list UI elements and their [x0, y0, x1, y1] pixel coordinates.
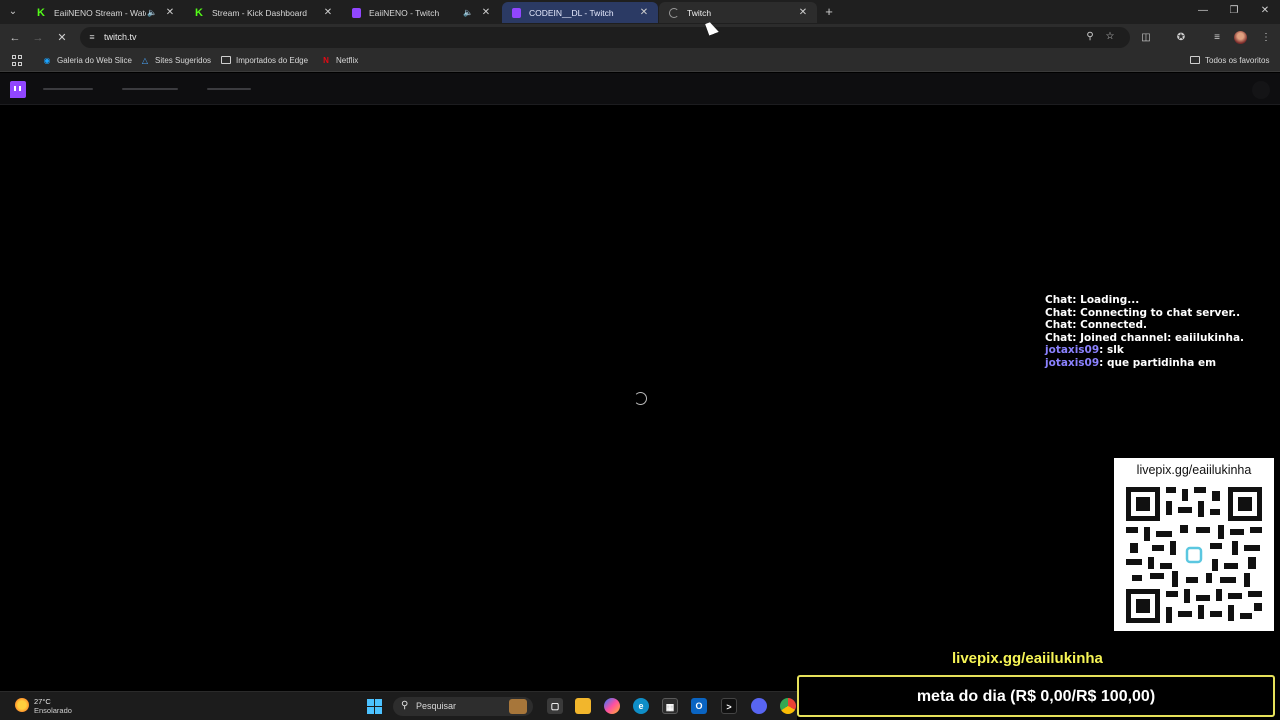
file-explorer-icon[interactable] [575, 698, 591, 714]
minimize-icon[interactable]: — [1196, 4, 1210, 18]
chat-line: Chat: Connecting to chat server.. [1045, 306, 1241, 319]
bookmark-web-slice[interactable]: ◉ Galeria do Web Slice [42, 55, 133, 65]
star-icon[interactable]: ☆ [1104, 31, 1116, 43]
chat-overlay: Chat: Loading... Chat: Connecting to cha… [1045, 294, 1244, 370]
tab-twitch-active[interactable]: Twitch ✕ [659, 2, 817, 23]
weather-condition[interactable]: Ensolarado [34, 706, 72, 715]
bookmark-netflix[interactable]: N Netflix [321, 55, 358, 65]
browser-toolbar: ← → ✕ ≡ twitch.tv ⚲ ☆ ◫ ✪ ≡ ⋮ [0, 24, 1280, 51]
forward-arrow-icon[interactable]: → [31, 31, 45, 45]
tab-title: EaiiNENO Stream - Watch L [54, 7, 146, 18]
tab-codein-twitch[interactable]: CODEIN__DL - Twitch ✕ [502, 2, 658, 23]
twitch-logo-icon[interactable] [10, 81, 26, 98]
folder-icon [221, 55, 231, 65]
profile-avatar[interactable] [1234, 31, 1247, 44]
netflix-icon: N [323, 55, 329, 65]
weather-temp[interactable]: 27°C [34, 697, 51, 706]
loading-icon [669, 7, 679, 18]
search-highlight-icon [509, 699, 527, 714]
close-tab-icon[interactable]: ✕ [480, 7, 492, 18]
bookmark-label: Importados do Edge [236, 55, 309, 65]
suggested-sites-icon: △ [141, 55, 149, 65]
restore-icon[interactable]: ❐ [1227, 4, 1241, 18]
web-slice-icon: ◉ [43, 55, 51, 65]
search-placeholder: Pesquisar [416, 701, 457, 711]
close-tab-icon[interactable]: ✕ [164, 7, 176, 18]
chat-line: Chat: Joined channel: eaiilukinha. [1045, 331, 1245, 344]
close-tab-icon[interactable]: ✕ [797, 7, 809, 18]
taskbar-search[interactable]: ⚲ Pesquisar [393, 697, 533, 716]
nav-skeleton [207, 88, 251, 90]
livepix-qr-card: livepix.gg/eaiilukinha [1114, 458, 1274, 631]
tab-title: EaiiNENO - Twitch [369, 7, 440, 18]
task-view-icon[interactable]: ▢ [547, 698, 563, 714]
discord-icon[interactable] [751, 698, 767, 714]
tab-strip: ⌄ K EaiiNENO Stream - Watch L 🔈 ✕ K Stre… [0, 0, 1280, 24]
apps-grid-icon[interactable] [12, 55, 23, 66]
bookmark-edge-imports[interactable]: Importados do Edge [221, 55, 308, 65]
nav-skeleton [122, 88, 178, 90]
tab-title: Stream - Kick Dashboard [212, 7, 307, 18]
kick-icon: K [195, 6, 203, 19]
bookmarks-bar: ◉ Galeria do Web Slice △ Sites Sugeridos… [0, 51, 1280, 72]
chat-username: jotaxis09 [1045, 356, 1100, 369]
new-tab-icon[interactable]: + [822, 5, 836, 19]
tab-kick-dashboard[interactable]: K Stream - Kick Dashboard ✕ [184, 2, 342, 23]
speaker-icon[interactable]: 🔈 [462, 8, 474, 17]
copilot-icon[interactable] [604, 698, 620, 714]
chat-username: jotaxis09 [1045, 344, 1100, 357]
back-arrow-icon[interactable]: ← [8, 31, 22, 45]
qr-code [1126, 487, 1262, 623]
chat-line: Chat: Loading... [1045, 294, 1140, 306]
goal-label: meta do dia (R$ 0,00/R$ 100,00) [916, 688, 1156, 705]
tab-eaiineno-twitch[interactable]: EaiiNENO - Twitch 🔈 ✕ [342, 2, 500, 23]
outlook-icon[interactable]: O [691, 698, 707, 714]
chat-line: jotaxis09: slk [1045, 344, 1124, 357]
terminal-icon[interactable]: > [721, 698, 737, 714]
nav-skeleton [43, 88, 93, 90]
qr-url-label: livepix.gg/eaiilukinha [1136, 463, 1252, 477]
address-bar[interactable]: ≡ twitch.tv ⚲ ☆ [80, 27, 1130, 48]
twitch-icon [512, 7, 521, 18]
favorites-icon[interactable]: ✪ [1174, 31, 1188, 45]
extensions-icon[interactable]: ◫ [1139, 31, 1153, 45]
tab-search-chevron-icon[interactable]: ⌄ [4, 4, 22, 20]
chat-line: jotaxis09: que partidinha em [1045, 356, 1217, 369]
bookmark-label: Galeria do Web Slice [57, 55, 132, 65]
close-tab-icon[interactable]: ✕ [322, 7, 334, 18]
url-text[interactable]: twitch.tv [104, 32, 137, 42]
menu-kebab-icon[interactable]: ⋮ [1259, 31, 1273, 45]
site-info-icon[interactable]: ≡ [86, 31, 98, 43]
search-icon: ⚲ [401, 700, 409, 711]
sun-weather-icon[interactable] [15, 698, 29, 712]
zoom-icon[interactable]: ⚲ [1084, 31, 1096, 43]
twitch-icon [352, 7, 361, 18]
kick-icon: K [37, 6, 45, 19]
bookmark-suggested-sites[interactable]: △ Sites Sugeridos [140, 55, 211, 65]
store-icon[interactable]: ▦ [662, 698, 678, 714]
reading-list-icon[interactable]: ≡ [1210, 31, 1224, 45]
speaker-icon[interactable]: 🔈 [146, 8, 158, 17]
tab-title: Twitch [687, 7, 712, 18]
folder-icon [1190, 55, 1200, 65]
edge-icon[interactable]: e [633, 698, 649, 714]
bookmark-label: Netflix [336, 55, 359, 65]
donation-goal-bar: meta do dia (R$ 0,00/R$ 100,00) [797, 675, 1275, 717]
chrome-icon[interactable] [780, 698, 796, 714]
twitch-header [0, 73, 1280, 105]
livepix-link: livepix.gg/eaiilukinha [952, 650, 1103, 667]
tab-eaiineno-kick[interactable]: K EaiiNENO Stream - Watch L 🔈 ✕ [26, 2, 184, 23]
all-favorites-label: Todos os favoritos [1205, 55, 1270, 65]
loading-spinner-icon [634, 392, 647, 405]
bookmark-label: Sites Sugeridos [155, 55, 212, 65]
windows-start-icon[interactable] [367, 699, 382, 714]
avatar-skeleton [1252, 81, 1270, 99]
windows-taskbar: 27°C Ensolarado ⚲ Pesquisar ▢ e ▦ O > [0, 691, 797, 720]
stop-loading-icon[interactable]: ✕ [55, 31, 69, 45]
tab-title: CODEIN__DL - Twitch [529, 7, 614, 18]
close-tab-icon[interactable]: ✕ [638, 7, 650, 18]
chat-line: Chat: Connected. [1045, 319, 1148, 332]
all-favorites[interactable]: Todos os favoritos [1190, 55, 1269, 65]
close-window-icon[interactable]: ✕ [1258, 4, 1272, 18]
